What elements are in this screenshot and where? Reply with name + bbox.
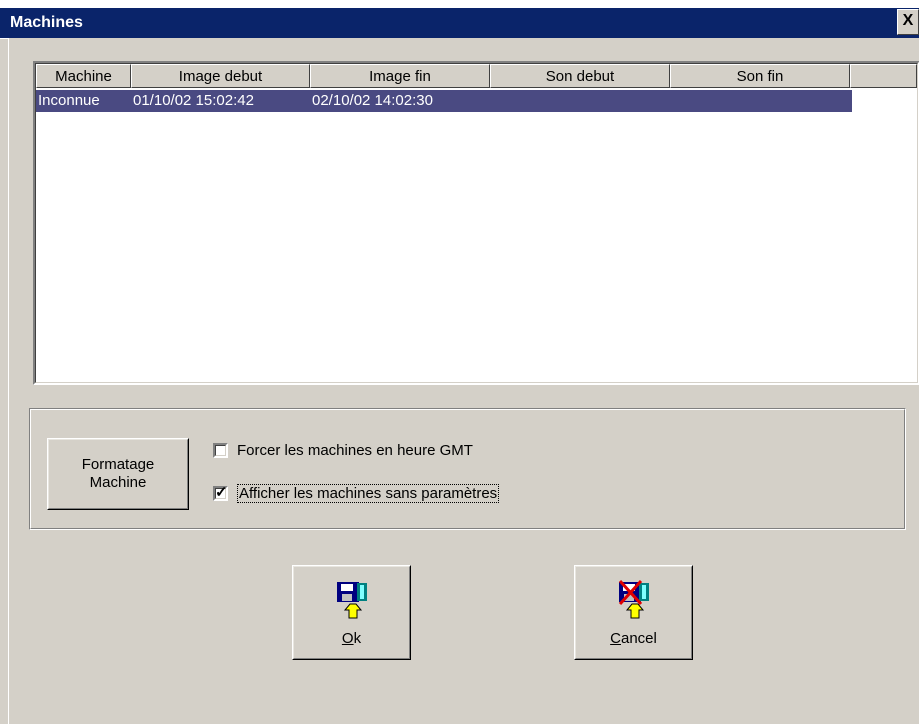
ok-label: Ok [341, 630, 362, 647]
formatage-machine-button[interactable]: Formatage Machine [47, 438, 189, 510]
cancel-button[interactable]: Cancel [574, 565, 693, 660]
window-titlebar: Machines X [0, 0, 919, 40]
column-image-debut[interactable]: Image debut [131, 64, 310, 88]
cancel-label: Cancel [610, 630, 657, 647]
cancel-disk-icon [618, 580, 649, 619]
column-filler [850, 64, 917, 88]
window-title: Machines [10, 14, 83, 31]
column-son-fin[interactable]: Son fin [670, 64, 850, 88]
cell-machine: Inconnue [38, 92, 100, 109]
checkmark-icon: ✓ [215, 484, 228, 501]
cell-son-debut [490, 90, 670, 112]
close-icon: X [902, 12, 914, 29]
format-label-line2: Machine [89, 474, 147, 491]
machines-list[interactable]: Machine Image debut Image fin Son debut … [33, 61, 919, 385]
force-gmt-label: Forcer les machines en heure GMT [237, 442, 473, 459]
show-no-params-option[interactable]: ✓ Afficher les machines sans paramètres [213, 484, 500, 503]
save-disk-icon [337, 582, 367, 619]
ok-button[interactable]: Ok [292, 565, 411, 660]
cell-image-fin: 02/10/02 14:02:30 [312, 92, 433, 109]
options-group: Formatage Machine Forcer les machines en… [29, 408, 906, 530]
format-label-line1: Formatage [81, 456, 155, 473]
column-image-fin[interactable]: Image fin [310, 64, 490, 88]
cell-son-fin [670, 90, 850, 112]
close-button[interactable]: X [897, 9, 919, 35]
show-no-params-label: Afficher les machines sans paramètres [237, 484, 500, 503]
show-no-params-checkbox[interactable]: ✓ [213, 484, 228, 501]
column-machine[interactable]: Machine [36, 64, 131, 88]
list-header: Machine Image debut Image fin Son debut … [36, 64, 917, 88]
table-row[interactable]: Inconnue 01/10/02 15:02:42 02/10/02 14:0… [36, 90, 852, 112]
force-gmt-option[interactable]: Forcer les machines en heure GMT [213, 442, 473, 459]
column-son-debut[interactable]: Son debut [490, 64, 670, 88]
force-gmt-checkbox[interactable] [213, 443, 228, 458]
dialog-body: Machine Image debut Image fin Son debut … [8, 38, 919, 724]
cell-image-debut: 01/10/02 15:02:42 [133, 92, 254, 109]
titlebar-bar: Machines X [0, 8, 919, 38]
